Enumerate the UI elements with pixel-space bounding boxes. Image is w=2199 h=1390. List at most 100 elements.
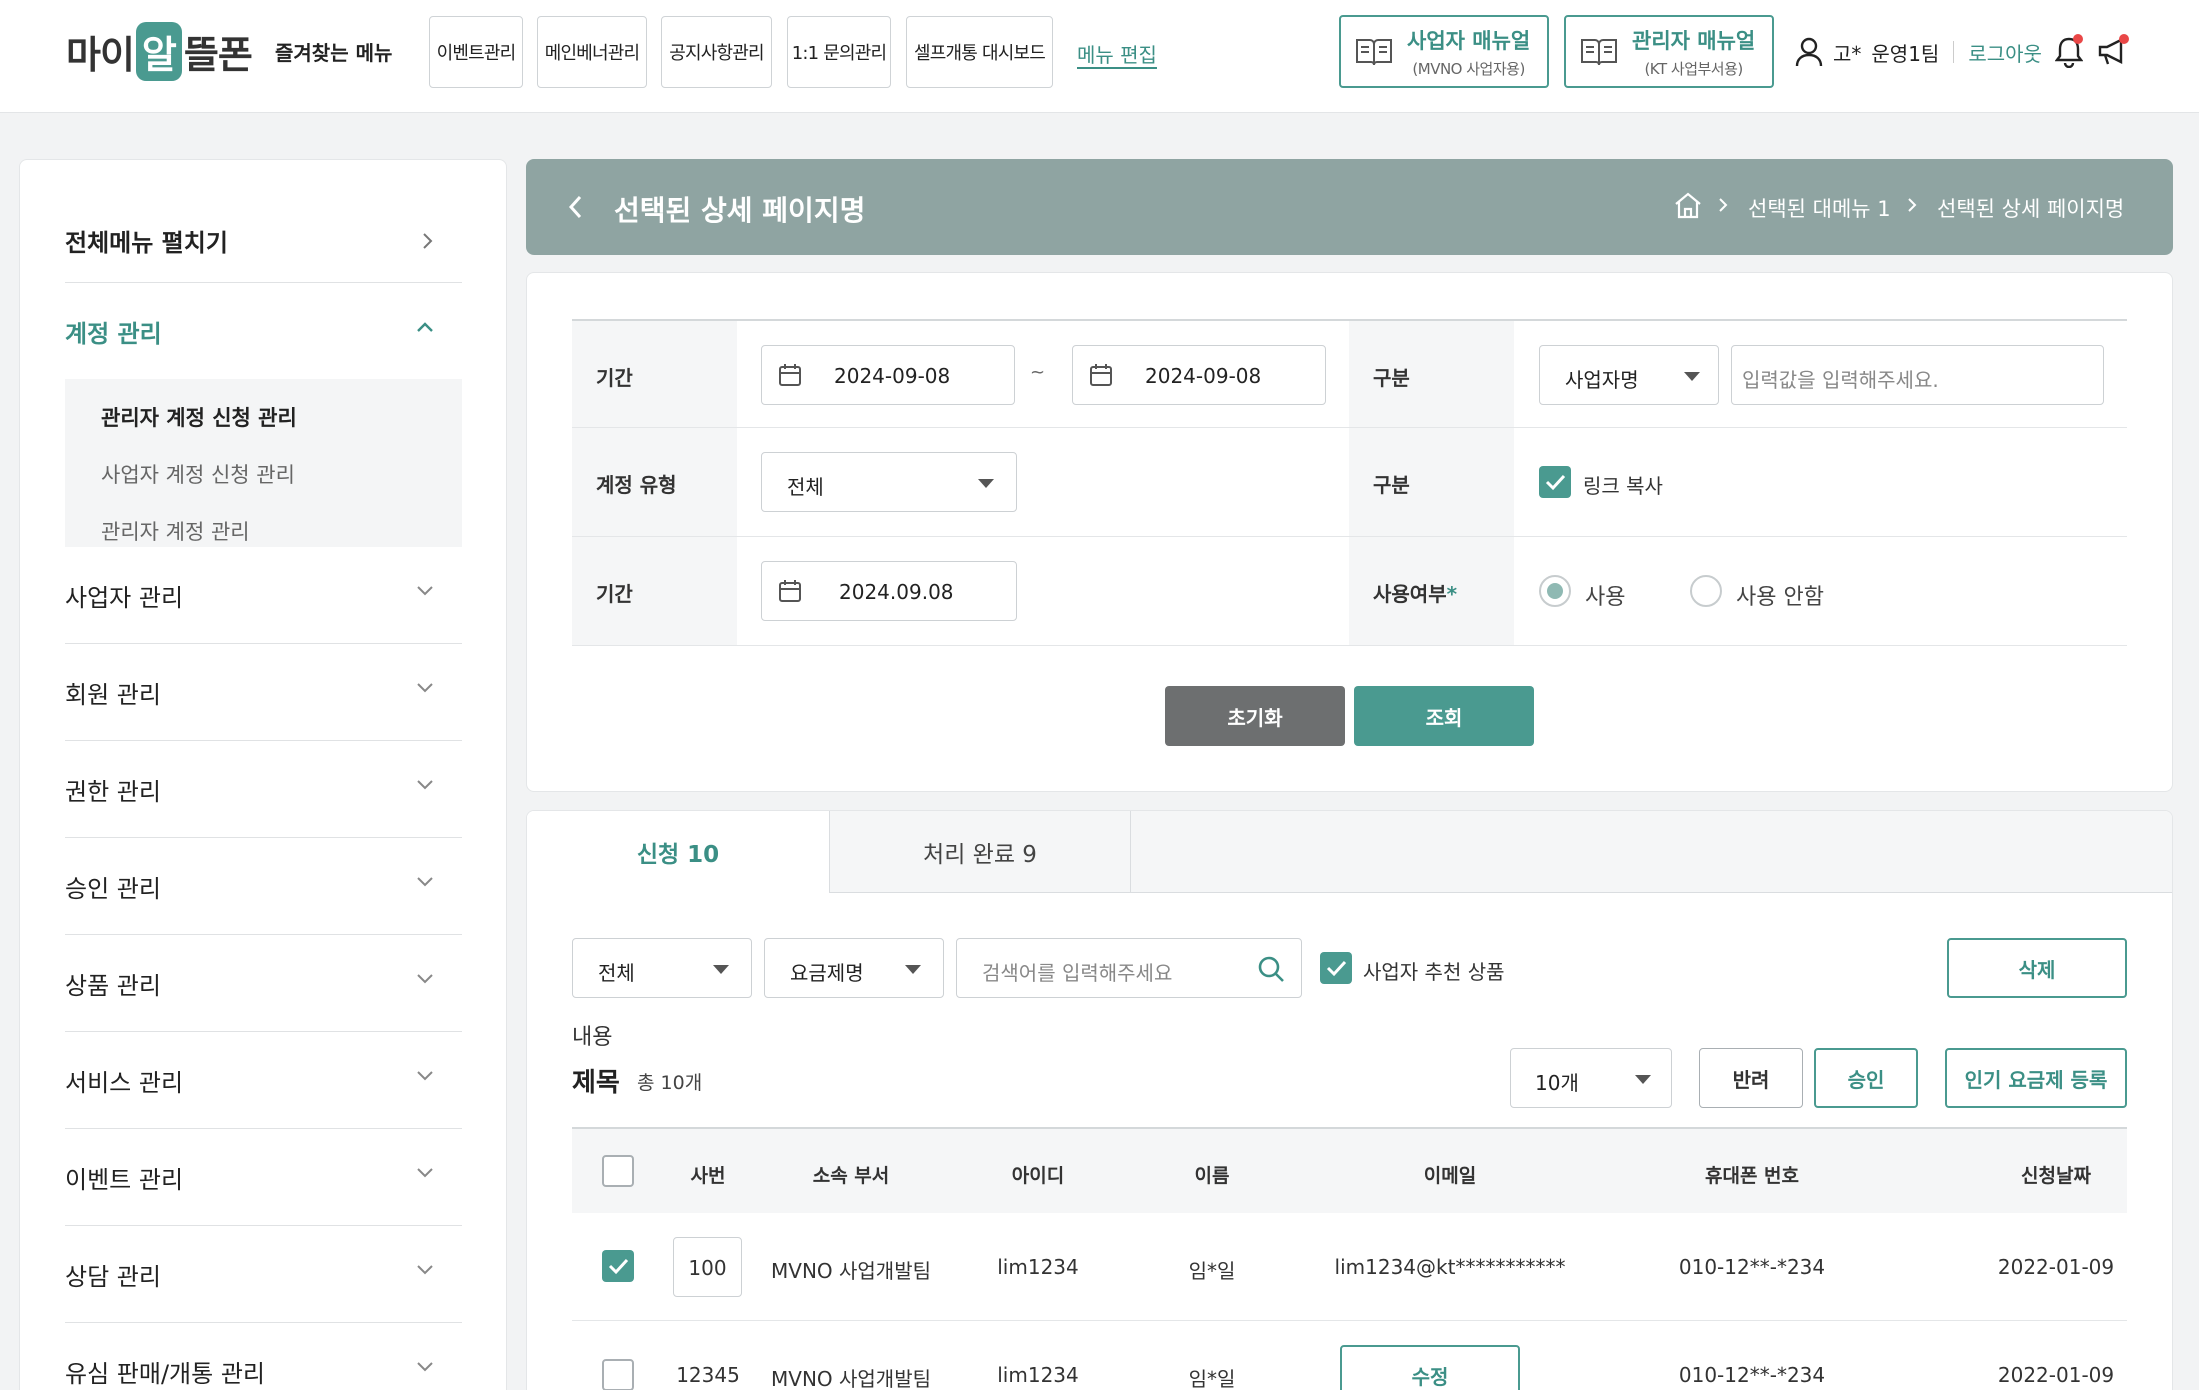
bell-icon[interactable] — [2054, 34, 2084, 72]
submenu-item-admin-accounts[interactable]: 관리자 계정 관리 — [101, 516, 250, 546]
reset-button[interactable]: 초기화 — [1165, 686, 1345, 746]
dropdown-caret-icon — [978, 479, 994, 488]
favorite-self-open-dashboard[interactable]: 셀프개통 대시보드 — [906, 16, 1053, 88]
search-icon[interactable] — [1257, 955, 1285, 983]
sidebar-section-label: 이벤트 관리 — [65, 1165, 184, 1194]
column-header[interactable]: 사번 — [691, 1161, 726, 1188]
sidebar-section-label: 승인 관리 — [65, 874, 161, 903]
submenu-item-admin-request[interactable]: 관리자 계정 신청 관리 — [101, 402, 297, 432]
column-header[interactable]: 소속 부서 — [813, 1161, 890, 1188]
logo-text-2: 알 — [135, 21, 182, 81]
list-search-input[interactable]: 검색어를 입력해주세요 — [956, 938, 1302, 998]
usage-option-yes-label: 사용 — [1585, 585, 1626, 610]
submenu-item-business-request[interactable]: 사업자 계정 신청 관리 — [101, 459, 295, 489]
reject-button[interactable]: 반려 — [1699, 1048, 1803, 1108]
sidebar-section-service[interactable]: 서비스 관리 — [65, 1032, 462, 1129]
tab-requests[interactable]: 신청 10 — [527, 811, 829, 893]
date-to-input[interactable]: 2024-09-08 — [1072, 345, 1326, 405]
logo-text-3: 뜰폰 — [183, 32, 253, 77]
sidebar-section-member[interactable]: 회원 관리 — [65, 644, 462, 741]
approve-button[interactable]: 승인 — [1814, 1048, 1918, 1108]
table-title: 제목 — [572, 1068, 620, 1098]
calendar-icon — [779, 364, 801, 386]
favorite-main-banner[interactable]: 메인베너관리 — [537, 16, 647, 88]
megaphone-badge — [2119, 34, 2129, 44]
page-title: 선택된 상세 페이지명 — [614, 194, 866, 227]
sidebar-section-label: 유심 판매/개통 관리 — [65, 1359, 265, 1388]
chevron-down-icon — [417, 1362, 433, 1372]
page-size-value: 10개 — [1535, 1071, 1579, 1095]
recommend-checkbox[interactable] — [1320, 952, 1352, 984]
period2-date-input[interactable]: 2024.09.08 — [761, 561, 1017, 621]
sidebar-section-account[interactable]: 계정 관리 — [65, 283, 462, 380]
row-checkbox[interactable] — [602, 1250, 634, 1282]
date-from-input[interactable]: 2024-09-08 — [761, 345, 1015, 405]
column-header[interactable]: 신청날짜 — [2021, 1161, 2091, 1188]
favorite-inquiry[interactable]: 1:1 문의관리 — [787, 16, 891, 88]
sidebar-section-product[interactable]: 상품 관리 — [65, 935, 462, 1032]
select-all-checkbox[interactable] — [602, 1155, 634, 1187]
account-type-select[interactable]: 전체 — [761, 452, 1017, 512]
category-select[interactable]: 사업자명 — [1539, 345, 1719, 405]
popular-plan-register-button[interactable]: 인기 요금제 등록 — [1945, 1048, 2127, 1108]
period-label-cell: 기간 — [572, 321, 737, 427]
favorites-title: 즐겨찾는 메뉴 — [275, 41, 393, 65]
user-name: 고* — [1833, 41, 1862, 66]
usage-radio-yes[interactable] — [1539, 575, 1571, 607]
favorite-notice[interactable]: 공지사항관리 — [661, 16, 772, 88]
page-size-select[interactable]: 10개 — [1510, 1048, 1672, 1108]
edit-button[interactable]: 수정 — [1340, 1345, 1520, 1390]
category2-label-cell: 구분 — [1349, 428, 1514, 536]
sidebar-section-usim[interactable]: 유심 판매/개통 관리 — [65, 1323, 462, 1390]
employee-number-input[interactable]: 100 — [673, 1237, 742, 1297]
delete-button[interactable]: 삭제 — [1947, 938, 2127, 998]
table-row[interactable]: 12345 MVNO 사업개발팀 lim1234 임*일 수정 010-12**… — [572, 1321, 2127, 1390]
cell-dept: MVNO 사업개발팀 — [771, 1259, 931, 1283]
breadcrumb-level-1[interactable]: 선택된 대메뉴 1 — [1748, 193, 1891, 223]
link-copy-checkbox[interactable] — [1539, 466, 1571, 498]
sidebar-section-event[interactable]: 이벤트 관리 — [65, 1129, 462, 1226]
category-text-input[interactable]: 입력값을 입력해주세요. — [1731, 345, 2104, 405]
tab-bar-filler — [1131, 811, 2172, 893]
row-checkbox[interactable] — [602, 1359, 634, 1390]
business-manual-title: 사업자 매뉴얼 — [1407, 28, 1531, 53]
usage-option-no-label: 사용 안함 — [1736, 585, 1824, 610]
chevron-down-icon — [417, 877, 433, 887]
column-header[interactable]: 이메일 — [1424, 1161, 1476, 1188]
table-header: 사번 소속 부서 아이디 이름 이메일 휴대폰 번호 신청날짜 — [572, 1127, 2127, 1213]
logo[interactable]: 마이 알 뜰폰 — [66, 20, 253, 82]
sidebar-expand-all[interactable]: 전체메뉴 펼치기 — [65, 198, 462, 283]
search-button[interactable]: 조회 — [1354, 686, 1534, 746]
top-header: 마이 알 뜰폰 즐겨찾는 메뉴 이벤트관리 메인베너관리 공지사항관리 1:1 문의… — [0, 0, 2199, 113]
usage-radio-no[interactable] — [1690, 575, 1722, 607]
account-submenu: 관리자 계정 신청 관리 사업자 계정 신청 관리 관리자 계정 관리 — [65, 379, 462, 547]
list-filter-all-select[interactable]: 전체 — [572, 938, 752, 998]
breadcrumb-separator-icon — [1719, 198, 1728, 212]
admin-manual-button[interactable]: 관리자 매뉴얼 (KT 사업부서용) — [1564, 15, 1774, 88]
dropdown-caret-icon — [713, 965, 729, 974]
logout-link[interactable]: 로그아웃 — [1968, 38, 2042, 67]
business-manual-button[interactable]: 사업자 매뉴얼 (MVNO 사업자용) — [1339, 15, 1549, 88]
column-header[interactable]: 휴대폰 번호 — [1705, 1161, 1799, 1188]
table-row[interactable]: 100 MVNO 사업개발팀 lim1234 임*일 lim1234@kt***… — [572, 1213, 2127, 1321]
sidebar-section-business[interactable]: 사업자 관리 — [65, 547, 462, 644]
cell-dept: MVNO 사업개발팀 — [771, 1367, 931, 1390]
chevron-down-icon — [417, 1265, 433, 1275]
sidebar-section-approval[interactable]: 승인 관리 — [65, 838, 462, 935]
account-type-label-cell: 계정 유형 — [572, 428, 737, 536]
sidebar-section-consult[interactable]: 상담 관리 — [65, 1226, 462, 1323]
sidebar-section-permission[interactable]: 권한 관리 — [65, 741, 462, 838]
menu-edit-link[interactable]: 메뉴 편집 — [1077, 39, 1157, 68]
employee-number-value: 100 — [688, 1256, 727, 1280]
tab-completed[interactable]: 처리 완료 9 — [829, 811, 1131, 893]
column-header[interactable]: 아이디 — [1012, 1161, 1064, 1188]
favorite-event[interactable]: 이벤트관리 — [429, 16, 523, 88]
home-icon[interactable] — [1673, 191, 1703, 219]
cell-name: 임*일 — [1188, 1367, 1236, 1390]
megaphone-icon[interactable] — [2097, 34, 2129, 70]
plan-name-select[interactable]: 요금제명 — [764, 938, 944, 998]
admin-manual-sub: (KT 사업부서용) — [1644, 59, 1743, 78]
back-arrow-icon[interactable] — [568, 195, 582, 219]
column-header[interactable]: 이름 — [1195, 1161, 1230, 1188]
expand-all-label: 전체메뉴 펼치기 — [65, 228, 228, 257]
